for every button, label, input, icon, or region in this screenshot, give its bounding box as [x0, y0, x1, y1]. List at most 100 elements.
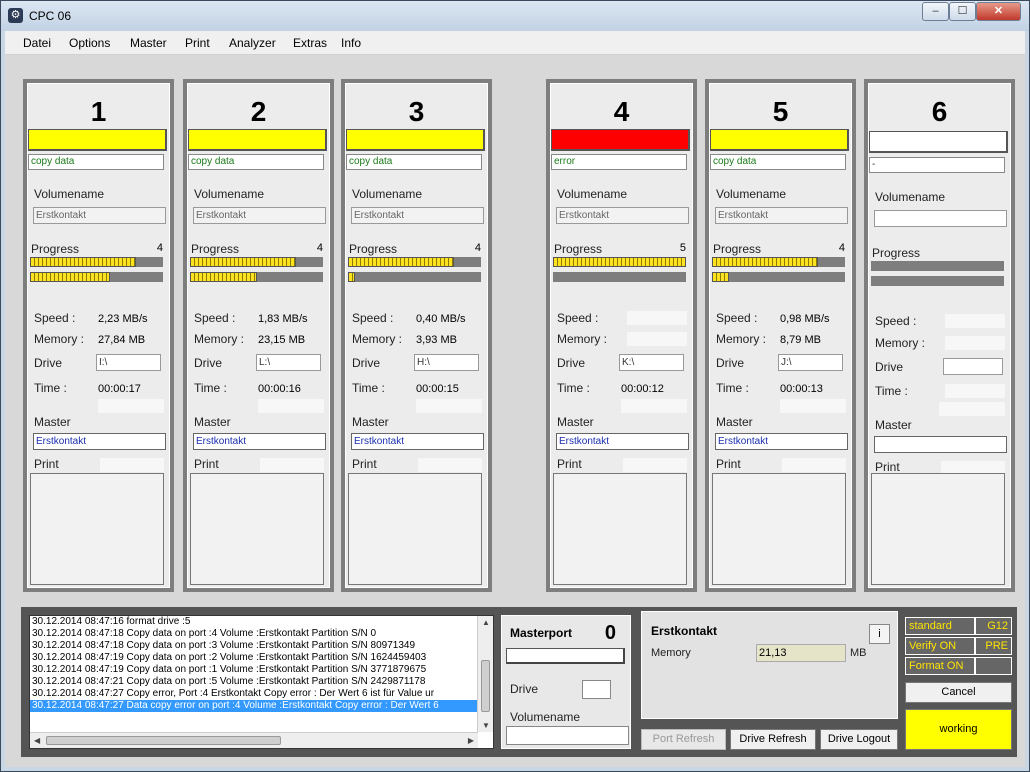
- drive-field[interactable]: L:\: [256, 354, 321, 371]
- log-line[interactable]: 30.12.2014 08:47:19 Copy data on port :1…: [30, 664, 493, 676]
- memory-label: Memory: [651, 647, 691, 659]
- drive-refresh-button[interactable]: Drive Refresh: [730, 729, 816, 750]
- minimize-button[interactable]: –: [922, 2, 949, 21]
- scroll-down-icon[interactable]: ▼: [482, 721, 490, 730]
- drive-field[interactable]: H:\: [414, 354, 479, 371]
- drive-field[interactable]: [943, 358, 1003, 375]
- masterport-volumename-label: Volumename: [510, 710, 581, 724]
- scroll-up-icon[interactable]: ▲: [482, 618, 490, 627]
- time-label: Time :: [716, 381, 749, 395]
- drive-label: Drive: [194, 356, 223, 370]
- scroll-right-icon[interactable]: ▶: [468, 736, 474, 745]
- menu-master[interactable]: Master: [130, 36, 167, 50]
- log-vertical-scrollbar[interactable]: ▲ ▼: [477, 616, 493, 732]
- drive-field[interactable]: I:\: [96, 354, 161, 371]
- working-indicator: working: [905, 709, 1012, 750]
- memory-value-empty: [945, 336, 1005, 350]
- speed-label: Speed :: [352, 311, 394, 325]
- master-label: Master: [34, 415, 71, 429]
- log-line[interactable]: 30.12.2014 08:47:18 Copy data on port :3…: [30, 640, 493, 652]
- scroll-left-icon[interactable]: ◀: [34, 736, 40, 745]
- log-list[interactable]: 30.12.2014 08:47:16 format drive :5 30.12…: [29, 615, 494, 749]
- panel-inner: 6 - Volumename Progress Speed : Memory : Drive…: [868, 83, 1011, 588]
- master-field[interactable]: Erstkontakt: [556, 433, 689, 450]
- menu-extras[interactable]: Extras: [293, 36, 327, 50]
- drive-field[interactable]: K:\: [619, 354, 684, 371]
- volumename-field[interactable]: Erstkontakt: [556, 207, 689, 224]
- drive-field[interactable]: J:\: [778, 354, 843, 371]
- vertical-scroll-thumb[interactable]: [481, 660, 490, 712]
- print-preview-box: [348, 473, 482, 585]
- port-number: 4: [613, 96, 630, 127]
- log-line[interactable]: 30.12.2014 08:47:21 Copy data on port :5…: [30, 676, 493, 688]
- masterport-volumename-field[interactable]: [506, 726, 629, 745]
- log-horizontal-scrollbar[interactable]: ◀ ▶: [30, 732, 478, 748]
- masterport-box: Masterport 0 Drive Volumename: [501, 615, 631, 749]
- menu-info[interactable]: Info: [341, 36, 361, 50]
- volumename-label: Volumename: [557, 187, 628, 201]
- port-number: 3: [408, 96, 425, 127]
- masterport-drive-field[interactable]: [582, 680, 611, 699]
- info-button[interactable]: i: [869, 624, 890, 644]
- volumename-field[interactable]: Erstkontakt: [33, 207, 166, 224]
- master-field[interactable]: Erstkontakt: [351, 433, 484, 450]
- volume-info-title: Erstkontakt: [651, 624, 718, 638]
- volumename-field[interactable]: [874, 210, 1007, 227]
- log-line[interactable]: 30.12.2014 08:47:27 Copy error, Port :4 …: [30, 688, 493, 700]
- time-label: Time :: [557, 381, 590, 395]
- menu-datei[interactable]: Datei: [23, 36, 51, 50]
- status-field: copy data: [188, 154, 324, 170]
- port-panel-3: 3 copy data Volumename Erstkontakt Progress 4…: [341, 79, 492, 592]
- master-field[interactable]: [874, 436, 1007, 453]
- speed-label: Speed :: [875, 314, 917, 328]
- speed-label: Speed :: [557, 311, 599, 325]
- status-color-bar: [28, 129, 167, 151]
- horizontal-scroll-thumb[interactable]: [46, 736, 281, 745]
- progress-fill: [30, 257, 136, 267]
- menu-analyzer[interactable]: Analyzer: [229, 36, 276, 50]
- progress-label: Progress: [713, 242, 762, 256]
- status-field: copy data: [710, 154, 846, 170]
- log-line[interactable]: 30.12.2014 08:47:27 Data copy error on p…: [30, 700, 493, 712]
- progress-bar-total: [348, 257, 481, 267]
- cancel-button[interactable]: Cancel: [905, 682, 1012, 703]
- flag-standard-label: standard: [905, 617, 975, 635]
- progress-fill: [190, 272, 257, 282]
- menu-options[interactable]: Options: [69, 36, 110, 50]
- progress-label: Progress: [872, 246, 921, 260]
- volumename-field[interactable]: Erstkontakt: [715, 207, 848, 224]
- volumename-field[interactable]: Erstkontakt: [351, 207, 484, 224]
- speed-value: 0,98 MB/s: [780, 313, 830, 325]
- close-button[interactable]: ✕: [976, 2, 1021, 21]
- master-field[interactable]: Erstkontakt: [193, 433, 326, 450]
- log-line[interactable]: 30.12.2014 08:47:18 Copy data on port :4…: [30, 628, 493, 640]
- bottom-panel: 30.12.2014 08:47:16 format drive :5 30.12…: [21, 607, 1017, 757]
- memory-label: Memory :: [875, 336, 926, 350]
- time-value-empty: [945, 384, 1005, 398]
- menu-print[interactable]: Print: [185, 36, 210, 50]
- drive-logout-button[interactable]: Drive Logout: [820, 729, 898, 750]
- port-refresh-button[interactable]: Port Refresh: [641, 729, 726, 750]
- volumename-label: Volumename: [352, 187, 423, 201]
- progress-count: 4: [156, 242, 163, 254]
- progress-count: 5: [679, 242, 686, 254]
- maximize-button[interactable]: ☐: [949, 2, 976, 21]
- progress-label: Progress: [191, 242, 240, 256]
- volumename-field[interactable]: Erstkontakt: [193, 207, 326, 224]
- app-window: ⚙ CPC 06 – ☐ ✕ Datei Options Master Prin…: [0, 0, 1030, 772]
- status-color-bar: [346, 129, 485, 151]
- status-color-bar: [551, 129, 690, 151]
- memory-unit: MB: [850, 647, 867, 659]
- master-field[interactable]: Erstkontakt: [33, 433, 166, 450]
- memory-value-empty: [627, 332, 687, 346]
- progress-bar-total: [871, 261, 1004, 271]
- master-field[interactable]: Erstkontakt: [715, 433, 848, 450]
- log-line[interactable]: 30.12.2014 08:47:19 Copy data on port :2…: [30, 652, 493, 664]
- progress-fill: [712, 272, 729, 282]
- speed-label: Speed :: [34, 311, 76, 325]
- master-label: Master: [352, 415, 389, 429]
- log-line[interactable]: 30.12.2014 08:47:16 format drive :5: [30, 616, 493, 628]
- memory-label: Memory :: [716, 332, 767, 346]
- status-color-bar: [710, 129, 849, 151]
- progress-bar-file: [348, 272, 481, 282]
